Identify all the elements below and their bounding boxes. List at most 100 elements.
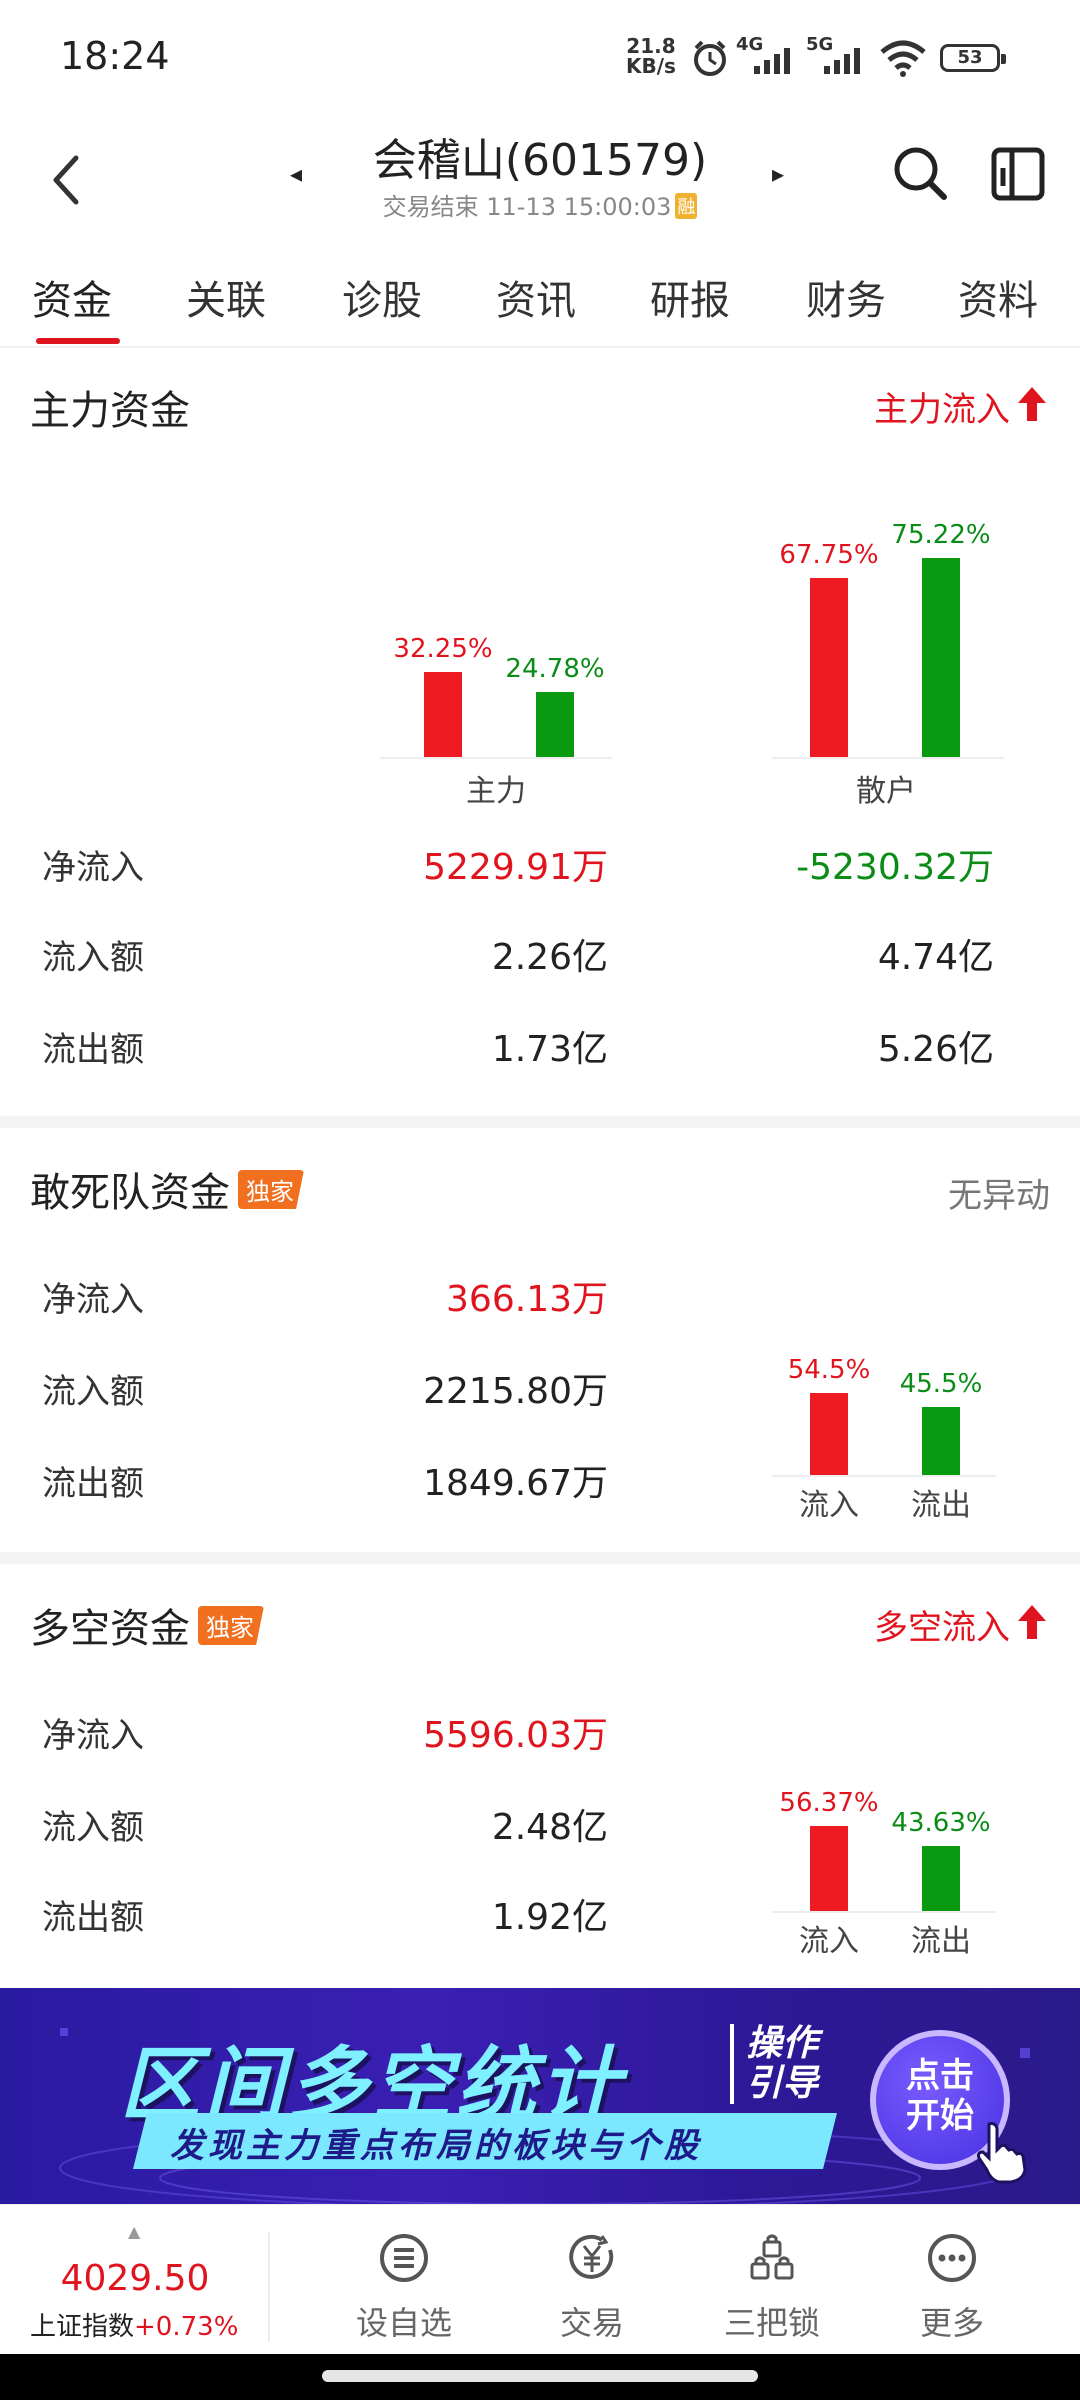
tab-related[interactable]: 关联 [186, 268, 266, 326]
dare-squad-title: 敢死队资金 独家 [30, 1160, 304, 1218]
tab-diagnosis[interactable]: 诊股 [342, 268, 422, 326]
main-funds-title: 主力资金 [30, 388, 190, 434]
battery-icon: 53 [940, 44, 1006, 72]
long-short-net-value: 5596.03万 [423, 1715, 608, 1756]
nav-label: 更多 [919, 2304, 984, 2342]
chart-category: 散户 [856, 774, 916, 809]
yuan-icon [569, 2234, 614, 2279]
row-label-inflow: 流入额 [42, 938, 144, 978]
net-speed-unit: KB/s [626, 54, 676, 78]
up-arrow-icon [1018, 1605, 1046, 1639]
next-stock-icon[interactable]: ▸ [772, 160, 784, 188]
chart-label: 67.75% [779, 540, 879, 570]
main-inflow-value: 2.26亿 [491, 937, 608, 978]
row-label-inflow: 流入额 [42, 1808, 144, 1848]
info-panel-icon[interactable] [990, 146, 1046, 202]
chart-baseline [772, 1475, 996, 1477]
nav-label: 三把锁 [723, 2304, 820, 2342]
chart-bar-outflow [922, 1846, 960, 1911]
row-label-outflow: 流出额 [42, 1898, 144, 1938]
dare-outflow-value: 1849.67万 [423, 1463, 608, 1504]
banner-button-line: 点击 [906, 2056, 974, 2096]
retail-net-value: -5230.32万 [796, 847, 994, 888]
chart-bar-retail-out [922, 558, 960, 757]
exclusive-tag: 独家 [238, 1170, 304, 1209]
chart-bar-outflow [922, 1407, 960, 1475]
row-label-outflow: 流出额 [42, 1030, 144, 1070]
signal-4g-icon [754, 48, 790, 74]
chart-category: 流入 [799, 1924, 859, 1959]
hand-pointer-icon [977, 2122, 1027, 2184]
main-funds-status-text: 主力流入 [874, 390, 1010, 430]
chart-label: 54.5% [787, 1355, 871, 1385]
chart-label: 45.5% [899, 1369, 983, 1399]
chart-label: 43.63% [891, 1808, 991, 1838]
row-label-outflow: 流出额 [42, 1464, 144, 1504]
nav-label: 设自选 [355, 2304, 452, 2342]
nav-label: 交易 [559, 2304, 624, 2342]
tab-news[interactable]: 资讯 [496, 268, 576, 326]
nav-three-locks[interactable]: 三把锁 [692, 2232, 852, 2344]
divider [268, 2232, 270, 2342]
chart-bar-inflow [810, 1393, 848, 1475]
chart-bar-main-in [424, 672, 462, 757]
retail-outflow-value: 5.26亿 [877, 1029, 994, 1070]
index-summary[interactable]: 上证指数+0.73% [30, 2306, 238, 2343]
long-short-title: 多空资金 独家 [30, 1596, 264, 1654]
nav-add-watchlist[interactable]: 设自选 [324, 2232, 484, 2344]
dare-inflow-value: 2215.80万 [423, 1371, 608, 1412]
margin-badge: 融 [675, 193, 698, 219]
more-icon [928, 2234, 976, 2282]
chart-bar-inflow [810, 1826, 848, 1911]
main-outflow-value: 1.73亿 [491, 1029, 608, 1070]
chart-bar-main-out [536, 692, 574, 757]
alarm-icon [694, 40, 726, 76]
banner-subtitle: 发现主力重点布局的板块与个股 [170, 2126, 702, 2166]
chart-label: 32.25% [393, 634, 493, 664]
trade-status-text: 交易结束 11-13 15:00:03 [382, 193, 672, 221]
wifi-icon [880, 40, 926, 77]
dare-squad-status: 无异动 [948, 1176, 1050, 1216]
tab-finance[interactable]: 财务 [806, 268, 886, 326]
signal-5g-icon [824, 48, 860, 74]
long-short-inflow-value: 2.48亿 [491, 1807, 608, 1848]
tab-profile[interactable]: 资料 [958, 268, 1038, 326]
retail-inflow-value: 4.74亿 [877, 937, 994, 978]
long-short-status-text: 多空流入 [874, 1608, 1010, 1648]
three-locks-icon [750, 2234, 794, 2280]
menu-circle-icon [380, 2234, 428, 2282]
dare-squad-title-text: 敢死队资金 [30, 1170, 230, 1216]
home-indicator[interactable] [322, 2370, 758, 2382]
main-net-value: 5229.91万 [423, 847, 608, 888]
search-icon[interactable] [890, 143, 950, 203]
net-speed: 21.8 KB/s [626, 36, 676, 76]
index-name: 上证指数 [30, 2312, 135, 2342]
tab-research[interactable]: 研报 [650, 268, 730, 326]
long-short-status[interactable]: 多空流入 [874, 1600, 1046, 1649]
banner-tag-line: 引导 [746, 2063, 819, 2104]
nav-trade[interactable]: 交易 [512, 2232, 672, 2344]
chart-category: 流出 [911, 1924, 971, 1959]
banner-tag: 操作 引导 [730, 2024, 818, 2104]
tab-funds[interactable]: 资金 [32, 268, 112, 326]
up-arrow-icon [1018, 387, 1046, 421]
chart-label: 24.78% [505, 654, 605, 684]
tab-active-indicator [36, 338, 120, 344]
section-separator [0, 1116, 1080, 1128]
status-time: 18:24 [60, 34, 170, 78]
chart-bar-retail-in [810, 578, 848, 757]
chart-category: 主力 [466, 774, 526, 809]
index-change: +0.73% [134, 2312, 239, 2342]
banner-tag-line: 操作 [746, 2023, 819, 2064]
divider [0, 346, 1080, 348]
row-label-net: 净流入 [42, 1280, 144, 1320]
nav-more[interactable]: 更多 [872, 2232, 1032, 2344]
chart-baseline [772, 1911, 996, 1913]
main-funds-status[interactable]: 主力流入 [874, 382, 1046, 431]
index-value[interactable]: 4029.50 [30, 2258, 240, 2299]
chart-baseline [772, 757, 1004, 759]
row-label-inflow: 流入额 [42, 1372, 144, 1412]
expand-caret-icon[interactable]: ▲ [128, 2222, 140, 2241]
exclusive-tag: 独家 [198, 1606, 264, 1645]
chart-label: 75.22% [891, 520, 991, 550]
